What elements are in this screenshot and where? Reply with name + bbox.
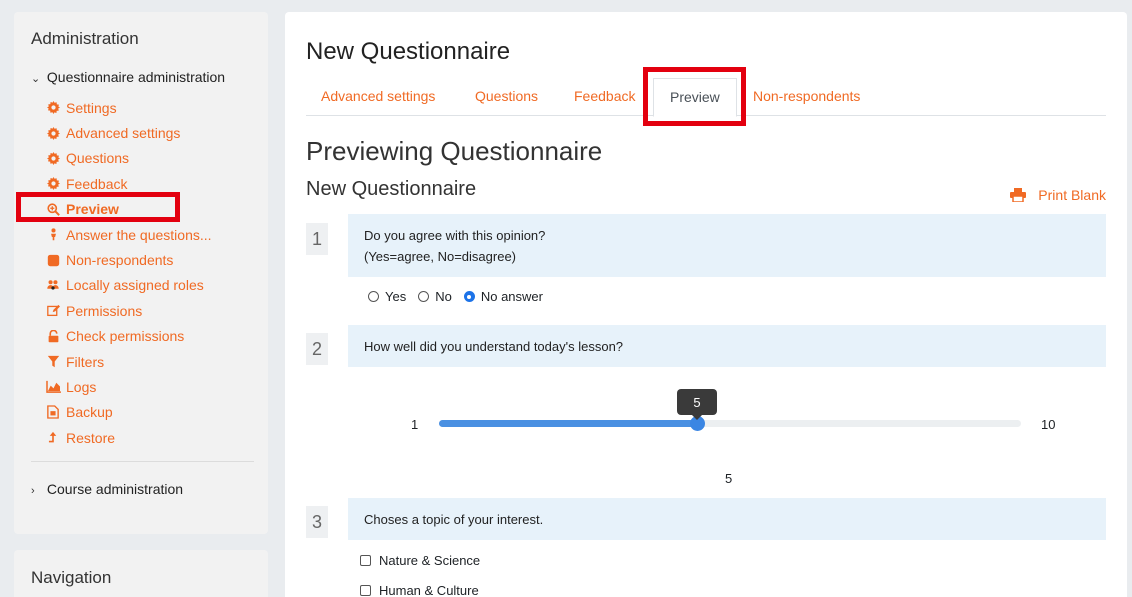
question-text-box: How well did you understand today's less… bbox=[348, 325, 1106, 367]
sidebar-item-preview[interactable]: Preview bbox=[45, 197, 212, 222]
sidebar-item-label: Logs bbox=[66, 378, 97, 395]
sidebar-item-label: Preview bbox=[66, 201, 119, 218]
users-icon bbox=[45, 278, 61, 292]
questionnaire-admin-menu: Settings Advanced settings Questions Fee… bbox=[45, 95, 212, 450]
square-icon bbox=[45, 253, 61, 267]
slider-track[interactable] bbox=[439, 416, 1021, 431]
slider-min-label: 1 bbox=[411, 417, 419, 432]
checkbox-option[interactable]: Human & Culture bbox=[360, 575, 480, 597]
radio-label: No bbox=[435, 289, 452, 304]
checkbox-option[interactable]: Nature & Science bbox=[360, 545, 480, 575]
gear-icon bbox=[45, 126, 61, 140]
administration-block: Administration ⌄ Questionnaire administr… bbox=[14, 12, 268, 534]
checkbox-label: Nature & Science bbox=[379, 552, 481, 568]
question-number: 3 bbox=[306, 506, 328, 538]
questionnaire-administration-toggle[interactable]: ⌄ Questionnaire administration bbox=[31, 69, 225, 85]
slider-fill bbox=[439, 420, 697, 427]
checkbox-label: Human & Culture bbox=[379, 582, 479, 597]
sidebar-item-label: Permissions bbox=[66, 302, 143, 319]
radio-label: Yes bbox=[385, 289, 407, 304]
gear-icon bbox=[45, 151, 61, 165]
sidebar-item-local-roles[interactable]: Locally assigned roles bbox=[45, 273, 212, 298]
sidebar-item-check-permissions[interactable]: Check permissions bbox=[45, 324, 212, 349]
sidebar-item-non-respondents[interactable]: Non-respondents bbox=[45, 247, 212, 272]
checkbox-group: Nature & Science Human & Culture bbox=[360, 545, 480, 597]
question-text: How well did you understand today's less… bbox=[364, 338, 624, 354]
radio-group: Yes No No answer bbox=[368, 289, 549, 304]
sidebar-item-label: Questions bbox=[66, 150, 130, 167]
radio-no-answer[interactable] bbox=[463, 291, 475, 302]
question-text-box: Choses a topic of your interest. bbox=[348, 498, 1106, 540]
print-blank-label: Print Blank bbox=[1038, 187, 1106, 203]
sidebar-item-advanced-settings[interactable]: Advanced settings bbox=[45, 120, 212, 145]
tab-preview[interactable]: Preview bbox=[653, 78, 737, 117]
chevron-down-icon: ⌄ bbox=[31, 73, 41, 85]
person-icon bbox=[45, 228, 61, 242]
questionnaire-title: New Questionnaire bbox=[306, 178, 477, 200]
navigation-block: Navigation bbox=[14, 550, 268, 597]
file-icon bbox=[45, 405, 61, 420]
sidebar-item-answer-questions[interactable]: Answer the questions... bbox=[45, 222, 212, 247]
sidebar-item-label: Filters bbox=[66, 353, 105, 370]
search-plus-icon bbox=[45, 202, 61, 216]
gear-icon bbox=[45, 101, 61, 115]
checkbox[interactable] bbox=[360, 584, 371, 596]
questionnaire-administration-label: Questionnaire administration bbox=[46, 69, 226, 85]
sidebar-item-label: Backup bbox=[66, 404, 113, 421]
preview-heading: Previewing Questionnaire bbox=[306, 136, 603, 166]
tab-advanced-settings[interactable]: Advanced settings bbox=[321, 88, 435, 104]
sidebar-item-feedback[interactable]: Feedback bbox=[45, 171, 212, 196]
sidebar-item-restore[interactable]: Restore bbox=[45, 425, 212, 450]
sidebar-item-questions[interactable]: Questions bbox=[45, 146, 212, 171]
sidebar-item-backup[interactable]: Backup bbox=[45, 400, 212, 425]
slider-value-bubble: 5 bbox=[677, 389, 717, 420]
sidebar-item-label: Settings bbox=[66, 99, 117, 116]
edit-icon bbox=[45, 304, 61, 318]
sidebar-item-label: Check permissions bbox=[66, 328, 185, 345]
sidebar-item-label: Answer the questions... bbox=[66, 226, 212, 243]
sidebar-item-settings[interactable]: Settings bbox=[45, 95, 212, 120]
tab-bar: Advanced settings Questions Feedback Pre… bbox=[306, 78, 1106, 117]
question-number: 2 bbox=[306, 333, 328, 365]
navigation-title: Navigation bbox=[31, 568, 112, 587]
question-text: Do you agree with this opinion? bbox=[364, 227, 546, 243]
radio-yes[interactable] bbox=[368, 291, 379, 302]
administration-title: Administration bbox=[31, 29, 139, 48]
sidebar-item-label: Non-respondents bbox=[66, 252, 174, 269]
tab-non-respondents[interactable]: Non-respondents bbox=[753, 88, 860, 104]
slider-max-label: 10 bbox=[1041, 417, 1056, 432]
radio-no[interactable] bbox=[418, 291, 430, 302]
course-administration-toggle[interactable]: › Course administration bbox=[31, 481, 183, 497]
sidebar-divider bbox=[31, 461, 254, 462]
tab-feedback[interactable]: Feedback bbox=[574, 88, 635, 104]
sidebar-item-permissions[interactable]: Permissions bbox=[45, 298, 212, 323]
sidebar-item-label: Locally assigned roles bbox=[66, 277, 204, 294]
chevron-right-icon: › bbox=[31, 485, 35, 497]
slider-current-value: 5 bbox=[725, 471, 733, 486]
sidebar-item-label: Advanced settings bbox=[66, 125, 181, 142]
print-icon bbox=[1010, 188, 1027, 202]
sidebar-item-label: Feedback bbox=[66, 175, 128, 192]
print-blank-link[interactable]: Print Blank bbox=[1010, 187, 1106, 203]
radio-label: No answer bbox=[480, 289, 543, 304]
tab-questions[interactable]: Questions bbox=[475, 88, 538, 104]
gear-icon bbox=[45, 177, 61, 191]
question-subtext: (Yes=agree, No=disagree) bbox=[364, 248, 517, 264]
arrow-up-icon bbox=[45, 431, 61, 445]
course-administration-label: Course administration bbox=[46, 481, 184, 497]
question-text: Choses a topic of your interest. bbox=[364, 511, 544, 527]
checkbox[interactable] bbox=[360, 554, 371, 566]
unlock-icon bbox=[45, 329, 61, 343]
sidebar-item-label: Restore bbox=[66, 429, 116, 446]
sidebar-item-filters[interactable]: Filters bbox=[45, 349, 212, 374]
question-number: 1 bbox=[306, 223, 328, 255]
chart-area-icon bbox=[45, 380, 61, 394]
sidebar-item-logs[interactable]: Logs bbox=[45, 374, 212, 399]
filter-icon bbox=[45, 355, 61, 369]
question-text-box: Do you agree with this opinion? (Yes=agr… bbox=[348, 214, 1106, 277]
page-title: New Questionnaire bbox=[306, 38, 511, 65]
